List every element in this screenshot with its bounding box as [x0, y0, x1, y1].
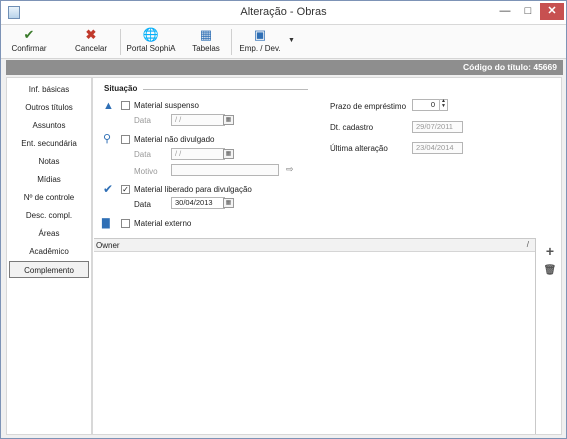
- checkmark-icon: ✔: [23, 27, 35, 42]
- confirm-button[interactable]: ✔ Confirmar: [7, 26, 51, 58]
- nav-item-midias[interactable]: Mídias: [9, 171, 89, 188]
- trash-icon: 🗑: [543, 265, 557, 276]
- prazo-stepper[interactable]: ▲ ▼: [439, 99, 447, 111]
- prazo-label: Prazo de empréstimo: [330, 102, 407, 111]
- nav-item-outros-titulos[interactable]: Outros títulos: [9, 99, 89, 116]
- cancel-button[interactable]: ✖ Cancelar: [69, 26, 113, 58]
- situacao-group-label: Situação: [104, 84, 138, 93]
- nao-divulgado-date-field[interactable]: / /: [171, 148, 225, 160]
- owner-column-header[interactable]: Owner: [96, 241, 120, 250]
- key-icon: ⚲: [103, 133, 112, 145]
- checkmark-icon: ✔: [103, 182, 114, 196]
- owner-list-header: Owner /: [94, 239, 535, 252]
- nav-item-complemento[interactable]: Complemento: [9, 261, 89, 278]
- title-bar: Alteração - Obras — □ ✕: [1, 1, 566, 25]
- loan-icon: ▣: [253, 27, 267, 42]
- nao-divulgado-label: Material não divulgado: [134, 135, 215, 144]
- cadastro-field: 29/07/2011: [412, 121, 463, 133]
- title-code-bar: Código do título: 45669: [6, 60, 563, 75]
- nav-item-notas[interactable]: Notas: [9, 153, 89, 170]
- suspenso-checkbox[interactable]: [121, 101, 130, 110]
- minimize-button[interactable]: —: [494, 3, 516, 20]
- nav-item-academico[interactable]: Acadêmico: [9, 243, 89, 260]
- toolbar: ✔ Confirmar ✖ Cancelar 🌐 Portal SophiA ▦…: [1, 25, 566, 59]
- liberado-label: Material liberado para divulgação: [134, 185, 252, 194]
- close-icon: ✕: [547, 5, 557, 17]
- owner-list[interactable]: Owner /: [94, 238, 536, 434]
- lookup-icon[interactable]: ⇨: [286, 164, 294, 175]
- liberado-date-field[interactable]: 30/04/2013: [171, 197, 225, 209]
- nav-item-n-controle[interactable]: Nº de controle: [9, 189, 89, 206]
- motivo-label: Motivo: [134, 167, 158, 176]
- maximize-button[interactable]: □: [517, 3, 539, 20]
- emp-dev-button[interactable]: ▣ Emp. / Dev.: [237, 26, 283, 58]
- close-button[interactable]: ✕: [540, 3, 564, 20]
- app-window: Alteração - Obras — □ ✕ ✔ Confirmar ✖ Ca…: [0, 0, 567, 439]
- externo-checkbox[interactable]: [121, 219, 130, 228]
- calendar-icon[interactable]: ▦: [223, 115, 234, 125]
- portal-sophia-button[interactable]: 🌐 Portal SophiA: [124, 26, 178, 58]
- nao-divulgado-checkbox[interactable]: [121, 135, 130, 144]
- externo-label: Material externo: [134, 219, 192, 228]
- suspenso-date-field[interactable]: / /: [171, 114, 225, 126]
- nav-item-areas[interactable]: Áreas: [9, 225, 89, 242]
- liberado-data-label: Data: [134, 200, 151, 209]
- calendar-icon[interactable]: ▦: [223, 198, 234, 208]
- x-icon: ✖: [85, 27, 97, 42]
- main-panel: Situação ▲ Material suspenso Data / / ▦ …: [92, 77, 562, 435]
- suspenso-label: Material suspenso: [134, 101, 199, 110]
- tabelas-button[interactable]: ▦ Tabelas: [187, 26, 225, 58]
- nav-item-assuntos[interactable]: Assuntos: [9, 117, 89, 134]
- side-nav: Inf. básicas Outros títulos Assuntos Ent…: [6, 77, 92, 435]
- toolbar-separator: [231, 29, 232, 55]
- column-resize-icon: /: [526, 240, 529, 249]
- alteracao-field: 23/04/2014: [412, 142, 463, 154]
- nav-item-ent-secundaria[interactable]: Ent. secundária: [9, 135, 89, 152]
- liberado-checkbox[interactable]: ✓: [121, 185, 130, 194]
- group-divider: [143, 89, 308, 90]
- nav-item-desc-compl[interactable]: Desc. compl.: [9, 207, 89, 224]
- chart-icon: ▇: [102, 218, 110, 229]
- tables-icon: ▦: [199, 27, 213, 42]
- maximize-icon: □: [524, 5, 532, 17]
- alteracao-label: Última alteração: [330, 144, 388, 153]
- suspenso-data-label: Data: [134, 116, 151, 125]
- motivo-field[interactable]: [171, 164, 279, 176]
- window-title: Alteração - Obras: [240, 6, 327, 18]
- plus-icon: +: [545, 243, 555, 259]
- nav-item-inf-basicas[interactable]: Inf. básicas: [9, 81, 89, 98]
- calendar-icon[interactable]: ▦: [223, 149, 234, 159]
- cadastro-label: Dt. cadastro: [330, 123, 374, 132]
- minimize-icon: —: [499, 5, 511, 17]
- globe-icon: 🌐: [142, 27, 160, 42]
- warning-icon: ▲: [103, 100, 114, 112]
- delete-button[interactable]: 🗑: [543, 264, 557, 278]
- add-button[interactable]: +: [543, 244, 557, 258]
- toolbar-separator: [120, 29, 121, 55]
- nao-divulgado-data-label: Data: [134, 150, 151, 159]
- chevron-down-icon[interactable]: ▼: [288, 37, 295, 44]
